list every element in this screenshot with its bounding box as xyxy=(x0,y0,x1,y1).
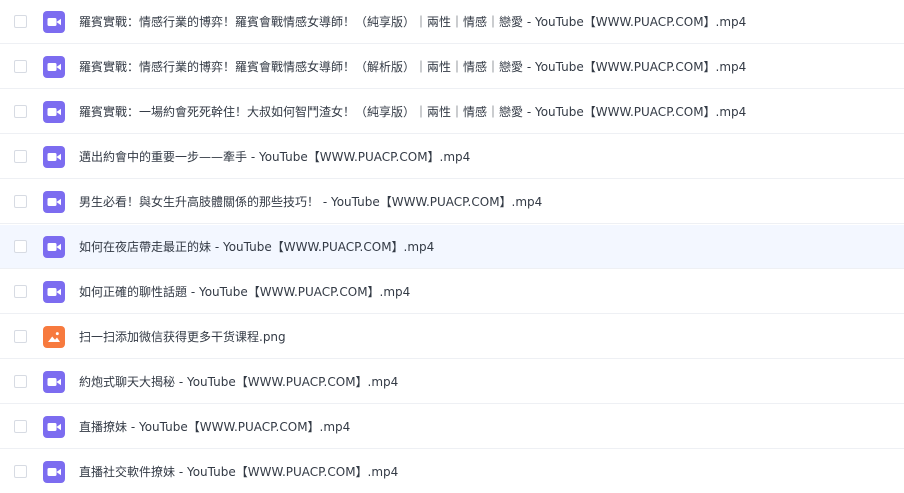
image-file-icon xyxy=(43,325,65,348)
file-name[interactable]: 羅賓實戰：情感行業的博弈！羅賓會戰情感女導師！（解析版）｜兩性｜情感｜戀愛 - … xyxy=(79,58,746,75)
file-row[interactable]: 如何在夜店帶走最正的妹 - YouTube【WWW.PUACP.COM】.mp4 xyxy=(0,225,904,269)
file-name[interactable]: 直播撩妹 - YouTube【WWW.PUACP.COM】.mp4 xyxy=(79,418,350,435)
video-file-icon xyxy=(43,235,65,258)
file-row[interactable]: 約炮式聊天大揭秘 - YouTube【WWW.PUACP.COM】.mp4 xyxy=(0,360,904,404)
file-name[interactable]: 約炮式聊天大揭秘 - YouTube【WWW.PUACP.COM】.mp4 xyxy=(79,373,398,390)
file-row[interactable]: 羅賓實戰：情感行業的博弈！羅賓會戰情感女導師！（解析版）｜兩性｜情感｜戀愛 - … xyxy=(0,45,904,89)
file-row[interactable]: 如何正確的聊性話題 - YouTube【WWW.PUACP.COM】.mp4 xyxy=(0,270,904,314)
row-checkbox[interactable] xyxy=(14,330,27,343)
file-row[interactable]: 直播撩妹 - YouTube【WWW.PUACP.COM】.mp4 xyxy=(0,405,904,449)
file-row[interactable]: 男生必看！與女生升高肢體關係的那些技巧！ - YouTube【WWW.PUACP… xyxy=(0,180,904,224)
video-file-icon xyxy=(43,370,65,393)
row-checkbox[interactable] xyxy=(14,240,27,253)
row-checkbox[interactable] xyxy=(14,150,27,163)
row-checkbox[interactable] xyxy=(14,285,27,298)
file-list: 羅賓實戰：情感行業的博弈！羅賓會戰情感女導師！（純享版）｜兩性｜情感｜戀愛 - … xyxy=(0,0,904,493)
file-name[interactable]: 邁出約會中的重要一步——牽手 - YouTube【WWW.PUACP.COM】.… xyxy=(79,148,470,165)
video-file-icon xyxy=(43,145,65,168)
row-checkbox[interactable] xyxy=(14,195,27,208)
row-checkbox[interactable] xyxy=(14,465,27,478)
file-row[interactable]: 邁出約會中的重要一步——牽手 - YouTube【WWW.PUACP.COM】.… xyxy=(0,135,904,179)
file-name[interactable]: 羅賓實戰：一場約會死死幹住！大叔如何智鬥渣女！（純享版）｜兩性｜情感｜戀愛 - … xyxy=(79,103,746,120)
video-file-icon xyxy=(43,10,65,33)
file-name[interactable]: 如何正確的聊性話題 - YouTube【WWW.PUACP.COM】.mp4 xyxy=(79,283,410,300)
video-file-icon xyxy=(43,280,65,303)
file-row[interactable]: 羅賓實戰：一場約會死死幹住！大叔如何智鬥渣女！（純享版）｜兩性｜情感｜戀愛 - … xyxy=(0,90,904,134)
video-file-icon xyxy=(43,100,65,123)
file-row[interactable]: 羅賓實戰：情感行業的博弈！羅賓會戰情感女導師！（純享版）｜兩性｜情感｜戀愛 - … xyxy=(0,0,904,44)
row-checkbox[interactable] xyxy=(14,60,27,73)
file-name[interactable]: 扫一扫添加微信获得更多干货课程.png xyxy=(79,328,286,345)
file-row[interactable]: 直播社交軟件撩妹 - YouTube【WWW.PUACP.COM】.mp4 xyxy=(0,450,904,493)
file-row[interactable]: 扫一扫添加微信获得更多干货课程.png xyxy=(0,315,904,359)
row-checkbox[interactable] xyxy=(14,375,27,388)
video-file-icon xyxy=(43,415,65,438)
row-checkbox[interactable] xyxy=(14,420,27,433)
file-name[interactable]: 男生必看！與女生升高肢體關係的那些技巧！ - YouTube【WWW.PUACP… xyxy=(79,193,542,210)
row-checkbox[interactable] xyxy=(14,105,27,118)
file-name[interactable]: 如何在夜店帶走最正的妹 - YouTube【WWW.PUACP.COM】.mp4 xyxy=(79,238,434,255)
row-checkbox[interactable] xyxy=(14,15,27,28)
video-file-icon xyxy=(43,190,65,213)
video-file-icon xyxy=(43,460,65,483)
file-name[interactable]: 直播社交軟件撩妹 - YouTube【WWW.PUACP.COM】.mp4 xyxy=(79,463,398,480)
video-file-icon xyxy=(43,55,65,78)
file-name[interactable]: 羅賓實戰：情感行業的博弈！羅賓會戰情感女導師！（純享版）｜兩性｜情感｜戀愛 - … xyxy=(79,13,746,30)
